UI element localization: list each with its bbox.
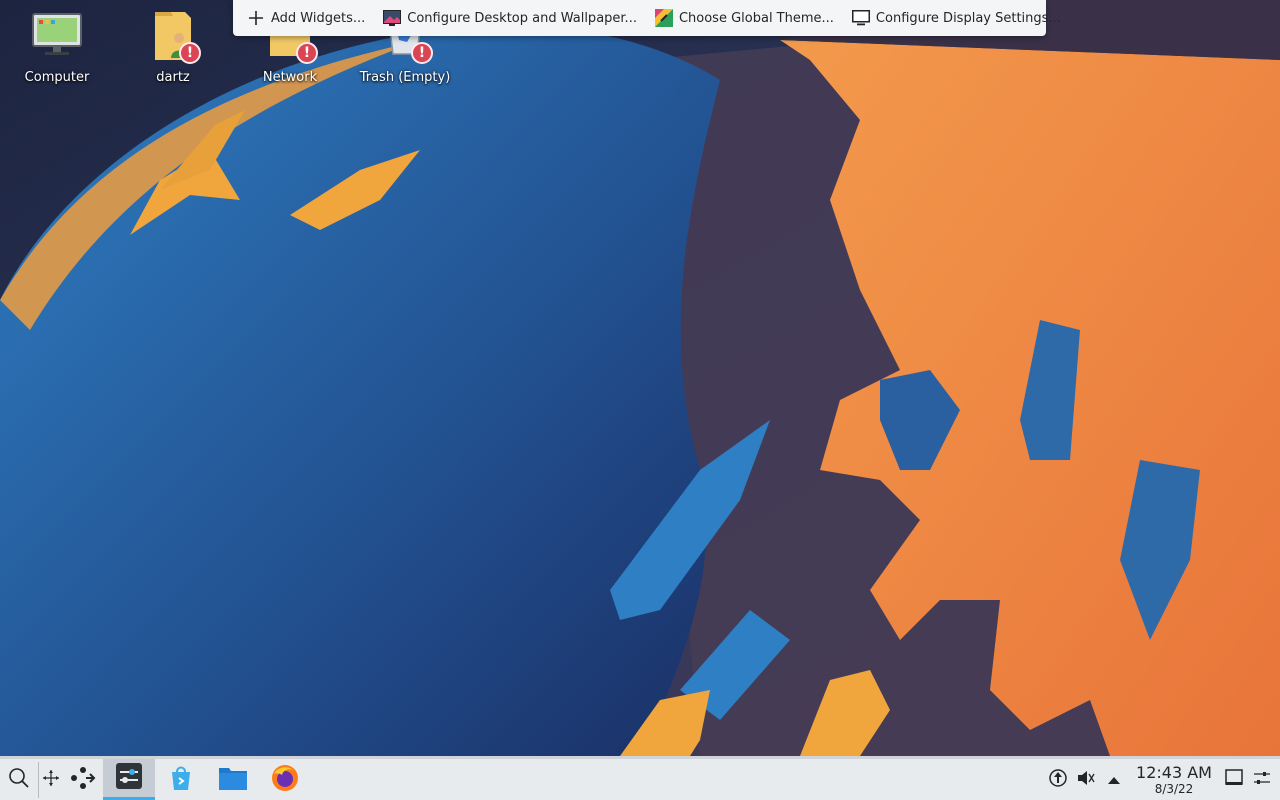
show-desktop-button[interactable] — [1220, 766, 1248, 794]
volume-tray-button[interactable] — [1072, 766, 1100, 794]
warning-badge: ! — [179, 42, 201, 64]
task-firefox[interactable] — [259, 759, 311, 800]
panel-config-button[interactable] — [1248, 766, 1276, 794]
digital-clock[interactable]: 12:43 AM 8/3/22 — [1134, 762, 1214, 796]
configure-display-button[interactable]: Configure Display Settings... — [848, 3, 1065, 33]
task-discover[interactable] — [155, 759, 207, 800]
choose-global-theme-label: Choose Global Theme... — [678, 10, 834, 26]
configure-display-label: Configure Display Settings... — [875, 10, 1061, 26]
tray-expand-button[interactable] — [1100, 766, 1128, 794]
desktop-edit-toolbar: Add Widgets... Configure Desktop and Wal… — [233, 0, 1061, 36]
theme-icon — [654, 9, 673, 27]
task-system-settings[interactable] — [103, 759, 155, 800]
sliders-icon — [1253, 770, 1271, 790]
desktop-icon-label: Computer — [24, 70, 90, 85]
wallpaper-icon — [383, 9, 402, 27]
show-desktop-icon — [1225, 768, 1243, 791]
chevron-up-icon — [1107, 770, 1121, 789]
add-widgets-button[interactable]: Add Widgets... — [243, 3, 369, 33]
system-settings-icon — [115, 762, 143, 794]
system-tray: 12:43 AM 8/3/22 — [1044, 759, 1280, 800]
clock-time: 12:43 AM — [1136, 762, 1212, 782]
display-icon — [851, 9, 870, 27]
warning-badge: ! — [411, 42, 433, 64]
computer-icon — [29, 8, 85, 64]
wallpaper-art — [0, 0, 1280, 756]
desktop-icon-computer[interactable]: Computer — [7, 8, 107, 100]
move-button[interactable] — [39, 759, 63, 800]
share-icon — [70, 766, 96, 794]
desktop-icon-label: dartz — [156, 70, 190, 85]
updates-tray-button[interactable] — [1044, 766, 1072, 794]
share-button[interactable] — [63, 759, 103, 800]
volume-muted-icon — [1076, 768, 1096, 792]
add-widgets-label: Add Widgets... — [271, 10, 366, 26]
warning-badge: ! — [296, 42, 318, 64]
search-icon — [8, 767, 30, 793]
choose-global-theme-button[interactable]: Choose Global Theme... — [651, 3, 838, 33]
file-manager-icon — [218, 765, 248, 795]
firefox-icon — [271, 764, 299, 796]
updates-icon — [1048, 768, 1068, 792]
desktop-icon-label: Network — [262, 70, 318, 85]
configure-desktop-label: Configure Desktop and Wallpaper... — [407, 10, 637, 26]
taskbar: 12:43 AM 8/3/22 — [0, 756, 1280, 800]
user-folder-icon: ! — [145, 8, 201, 64]
clock-date: 8/3/22 — [1154, 781, 1194, 796]
desktop-wallpaper — [0, 0, 1280, 756]
task-file-manager[interactable] — [207, 759, 259, 800]
search-button[interactable] — [0, 759, 38, 800]
discover-icon — [167, 764, 195, 796]
desktop-icon-label: Trash (Empty) — [359, 70, 451, 85]
move-icon — [42, 769, 60, 791]
configure-desktop-button[interactable]: Configure Desktop and Wallpaper... — [379, 3, 641, 33]
desktop-icon-dartz[interactable]: ! dartz — [123, 8, 223, 100]
plus-icon — [247, 9, 265, 27]
